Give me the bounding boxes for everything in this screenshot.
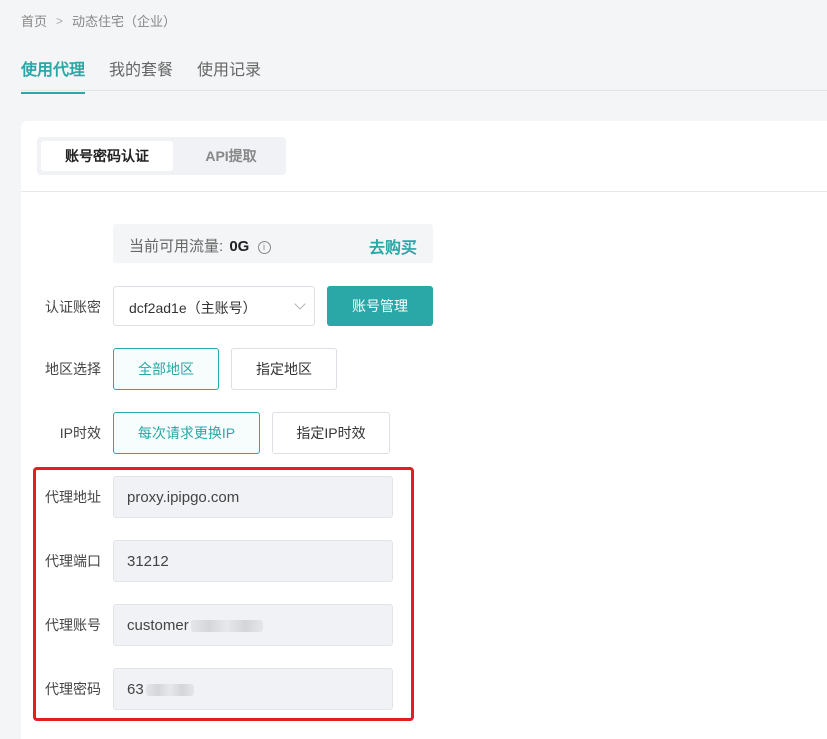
region-option-specific[interactable]: 指定地区 [231,348,337,390]
tab-usage-records[interactable]: 使用记录 [197,56,261,94]
region-label: 地区选择 [45,361,101,377]
tab-my-plan[interactable]: 我的套餐 [109,56,173,94]
region-option-all[interactable]: 全部地区 [113,348,219,390]
tabs-divider [21,90,827,91]
traffic-balance-bar: 当前可用流量: 0G i 去购买 [113,224,433,263]
chevron-right-icon: > [56,13,64,28]
highlight-box [33,467,414,721]
account-select-value: dcf2ad1e（主账号） [129,300,257,316]
traffic-balance-text: 当前可用流量: 0G i [129,235,271,256]
breadcrumb-current: 动态住宅（企业） [72,14,177,29]
ip-timing-label: IP时效 [59,425,101,441]
info-icon[interactable]: i [257,241,271,254]
account-select[interactable]: dcf2ad1e（主账号） [113,286,315,326]
card-divider [21,191,827,192]
auth-mode-password[interactable]: 账号密码认证 [41,141,173,171]
tab-use-proxy[interactable]: 使用代理 [21,56,86,94]
breadcrumb-home[interactable]: 首页 [21,11,47,30]
account-label: 认证账密 [45,299,101,315]
ip-option-rotate[interactable]: 每次请求更换IP [113,412,260,454]
top-header: 首页 > 动态住宅（企业） 使用代理 我的套餐 使用记录 [0,0,827,121]
buy-link[interactable]: 去购买 [369,234,417,258]
chevron-down-icon [294,298,306,310]
account-manage-button[interactable]: 账号管理 [327,286,433,326]
traffic-balance-label: 当前可用流量: [129,238,224,255]
main-tabs: 使用代理 我的套餐 使用记录 [21,56,285,94]
ip-option-sticky[interactable]: 指定IP时效 [272,412,390,454]
auth-mode-switch: 账号密码认证 API提取 [37,137,286,175]
auth-mode-api[interactable]: API提取 [181,141,281,171]
breadcrumb: 首页 > 动态住宅（企业） [21,11,176,30]
traffic-balance-value: 0G [229,238,250,255]
